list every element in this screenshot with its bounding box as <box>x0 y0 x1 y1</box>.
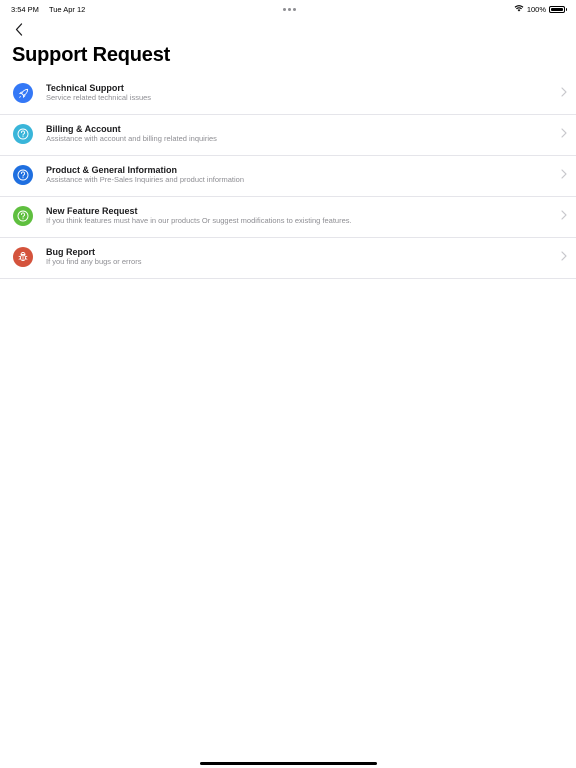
chevron-right-icon <box>561 128 567 138</box>
chevron-right-icon <box>561 251 567 261</box>
chevron-right-icon <box>561 210 567 220</box>
list-item-subtitle: Service related technical issues <box>46 93 152 102</box>
question-icon <box>13 206 33 226</box>
status-time: 3:54 PM <box>11 5 39 14</box>
status-right: 100% <box>514 4 567 14</box>
list-item-title: Product & General Information <box>46 165 178 175</box>
list-item-billing-account[interactable]: Billing & Account Assistance with accoun… <box>0 115 576 156</box>
list-item-subtitle: If you find any bugs or errors <box>46 257 142 266</box>
page-title: Support Request <box>12 44 171 66</box>
list-item-title: Bug Report <box>46 247 95 257</box>
list-item-subtitle: Assistance with Pre-Sales Inquiries and … <box>46 175 245 184</box>
list-item-text: New Feature Request If you think feature… <box>46 206 352 226</box>
list-item-text: Product & General Information Assistance… <box>46 165 244 185</box>
list-item-technical-support[interactable]: Technical Support Service related techni… <box>0 74 576 115</box>
list-item-text: Technical Support Service related techni… <box>46 83 151 103</box>
rocket-icon <box>13 83 33 103</box>
status-date: Tue Apr 12 <box>48 5 86 14</box>
list-item-product-general-information[interactable]: Product & General Information Assistance… <box>0 156 576 197</box>
list-item-new-feature-request[interactable]: New Feature Request If you think feature… <box>0 197 576 238</box>
battery-percent: 100% <box>526 4 546 14</box>
chevron-right-icon <box>561 87 567 97</box>
battery-fill <box>551 7 563 11</box>
support-request-list: Technical Support Service related techni… <box>0 74 576 279</box>
list-item-bug-report[interactable]: Bug Report If you find any bugs or error… <box>0 238 576 279</box>
chevron-left-icon <box>15 22 23 36</box>
list-item-title: Billing & Account <box>46 124 121 134</box>
list-item-text: Billing & Account Assistance with accoun… <box>46 124 217 144</box>
wifi-icon <box>514 4 524 14</box>
home-indicator[interactable] <box>200 762 377 765</box>
list-item-title: Technical Support <box>46 83 124 93</box>
list-item-subtitle: Assistance with account and billing rela… <box>46 134 217 143</box>
multitasking-dots-icon[interactable] <box>283 8 296 11</box>
list-item-text: Bug Report If you find any bugs or error… <box>46 247 141 267</box>
bug-icon <box>13 247 33 267</box>
back-button[interactable] <box>8 18 30 40</box>
chevron-right-icon <box>561 169 567 179</box>
list-item-title: New Feature Request <box>46 206 138 216</box>
battery-icon <box>549 5 567 13</box>
list-item-subtitle: If you think features must have in our p… <box>46 216 352 225</box>
status-left: 3:54 PM Tue Apr 12 <box>11 5 85 14</box>
status-bar: 3:54 PM Tue Apr 12 100% <box>0 0 576 18</box>
question-icon <box>13 165 33 185</box>
question-icon <box>13 124 33 144</box>
